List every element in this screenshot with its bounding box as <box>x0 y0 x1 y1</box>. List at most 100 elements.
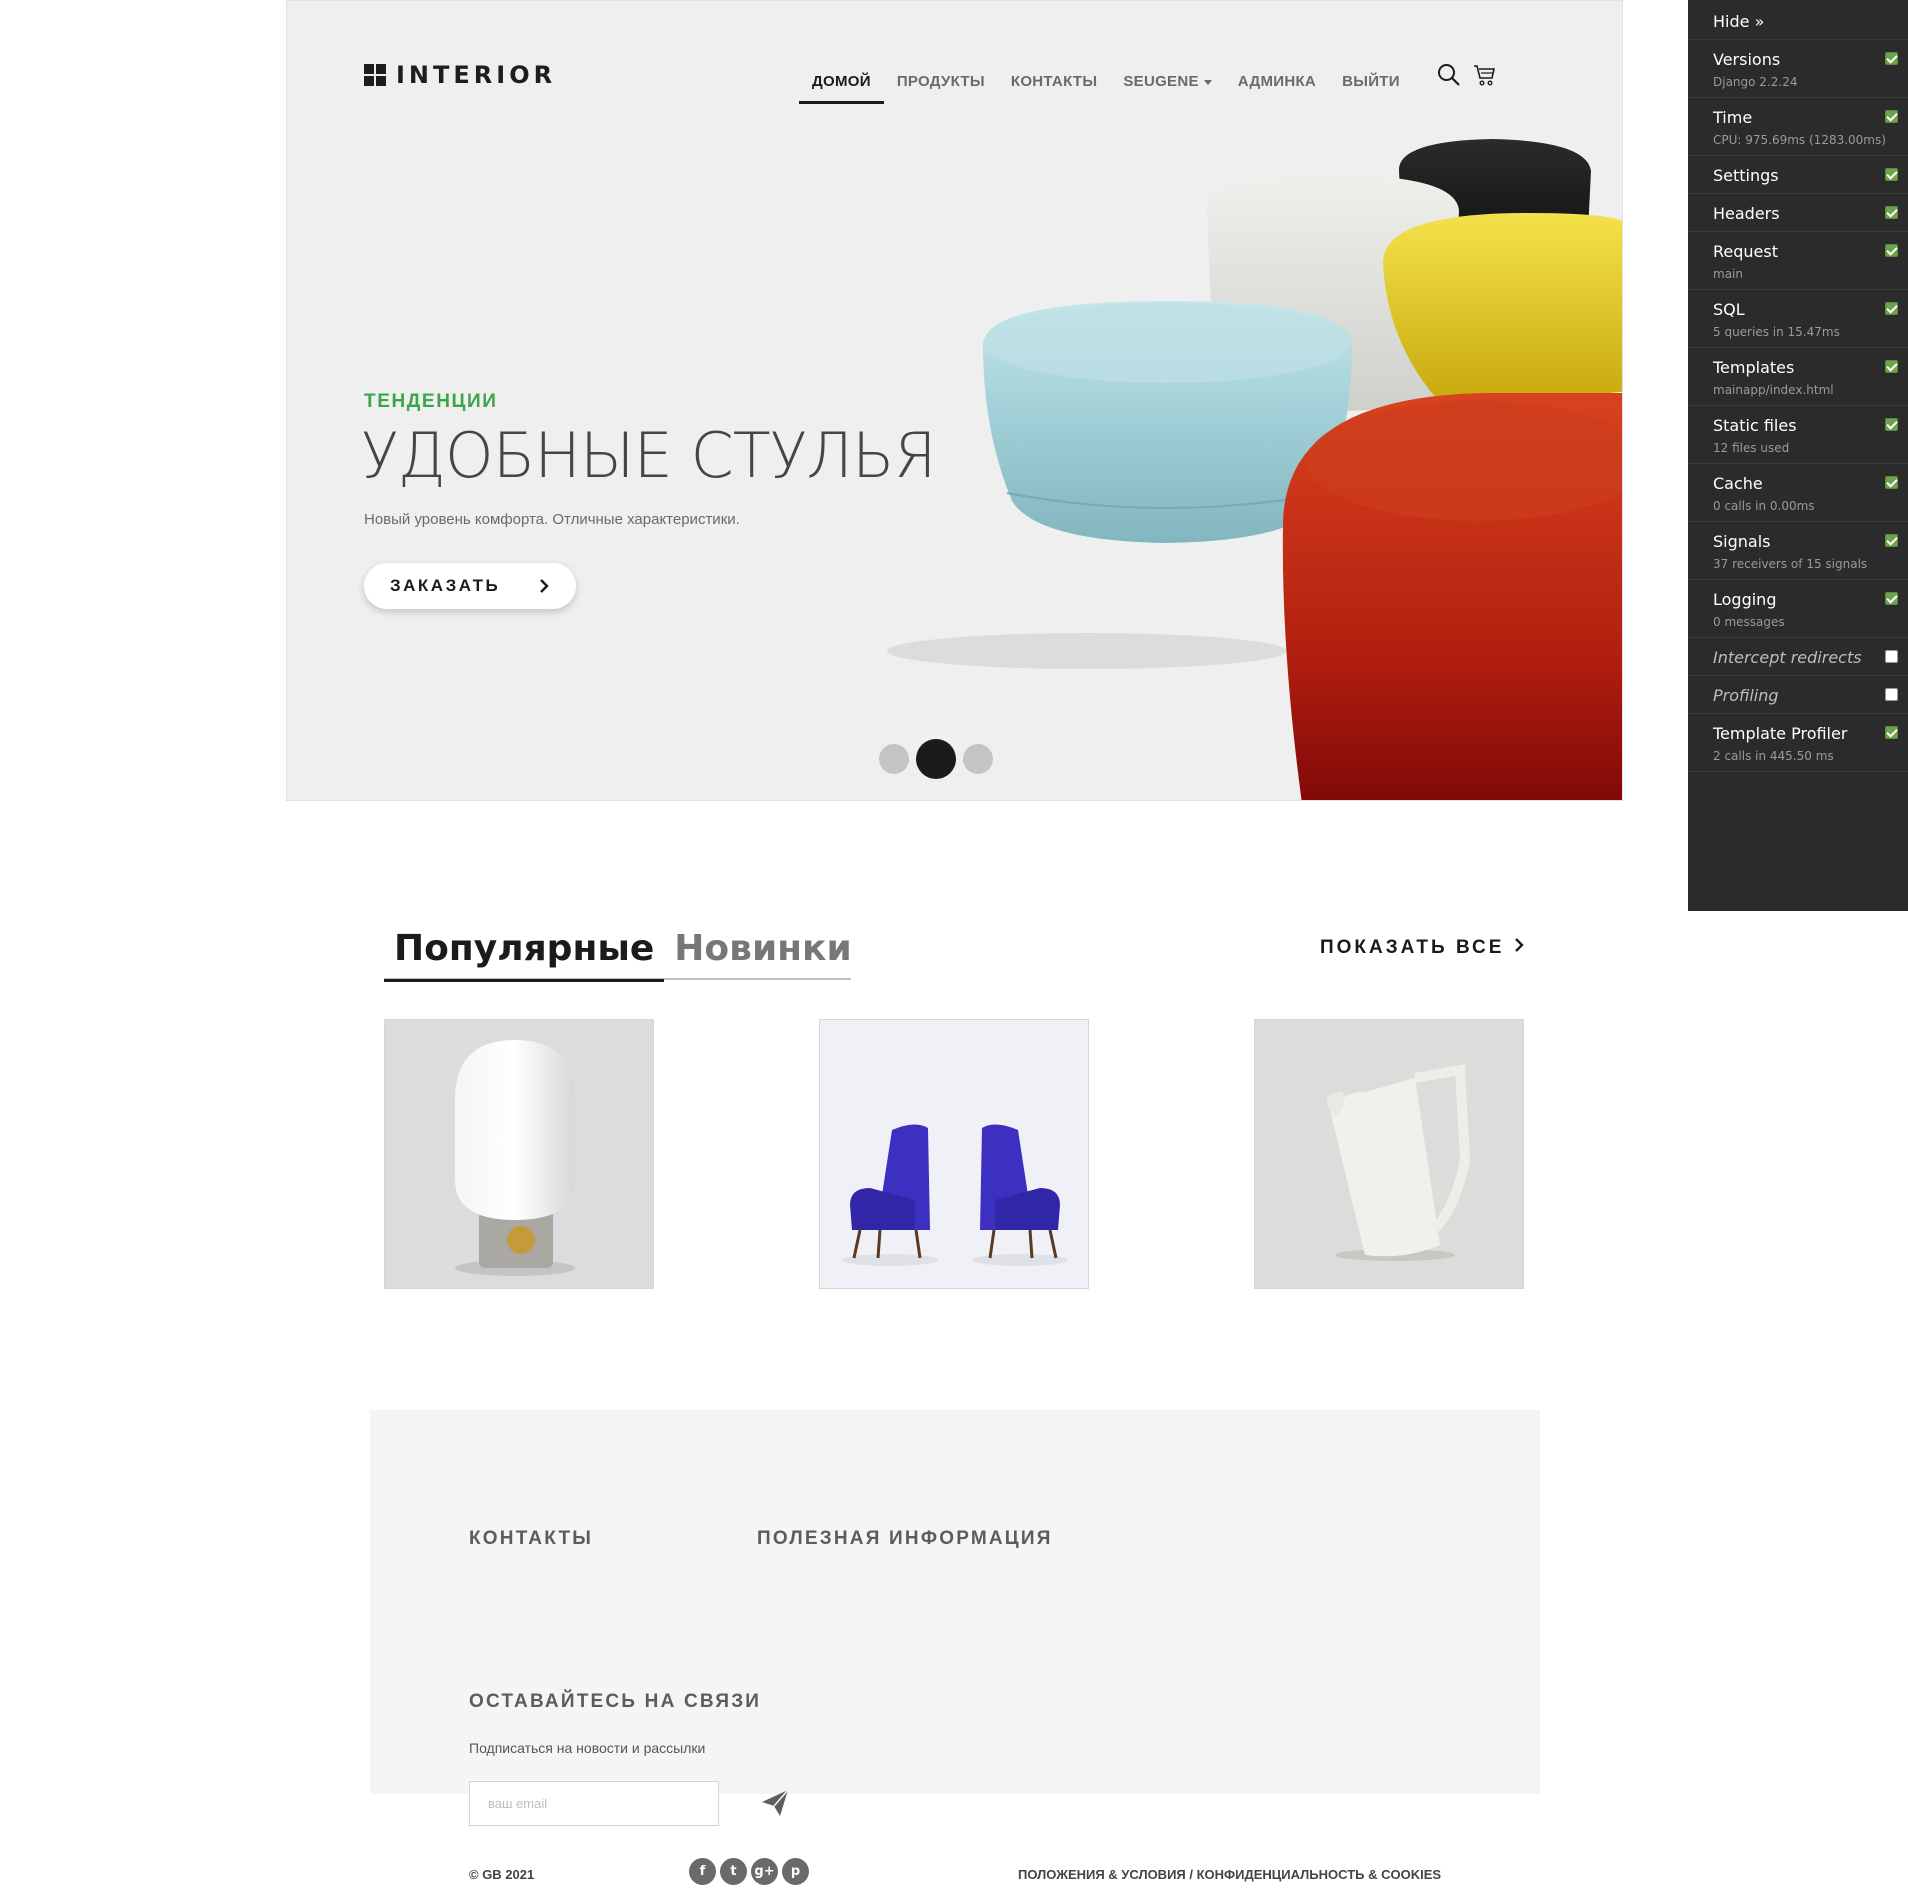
legal-links[interactable]: ПОЛОЖЕНИЯ & УСЛОВИЯ / КОНФИДЕНЦИАЛЬНОСТЬ… <box>1018 1867 1441 1882</box>
hero-subtext: Новый уровень комфорта. Отличные характе… <box>364 511 740 528</box>
panel-checkbox[interactable] <box>1885 168 1898 181</box>
nav-label: АДМИНКА <box>1237 73 1317 90</box>
logo-text: INTERIOR <box>396 61 557 89</box>
panel-subtitle: 5 queries in 15.47ms <box>1713 325 1840 339</box>
debug-panel-time[interactable]: Time CPU: 975.69ms (1283.00ms) <box>1688 98 1908 156</box>
debug-panel-settings[interactable]: Settings <box>1688 156 1908 194</box>
panel-checkbox[interactable] <box>1885 244 1898 257</box>
debug-panel-request[interactable]: Request main <box>1688 232 1908 290</box>
debug-panel-intercept-redirects[interactable]: Intercept redirects <box>1688 638 1908 676</box>
panel-checkbox[interactable] <box>1885 110 1898 123</box>
panel-title: SQL <box>1713 300 1745 319</box>
product-image-armchairs <box>820 1020 1088 1288</box>
product-image-jug <box>1255 1020 1523 1288</box>
send-icon[interactable] <box>760 1788 790 1823</box>
debug-toolbar: Hide » Versions Django 2.2.24 Time CPU: 97… <box>1688 0 1908 911</box>
twitter-icon[interactable]: t <box>720 1858 747 1885</box>
product-card-armchairs[interactable] <box>819 1019 1089 1289</box>
email-input[interactable] <box>469 1781 719 1826</box>
debug-panel-headers[interactable]: Headers <box>1688 194 1908 232</box>
debug-panel-signals[interactable]: Signals 37 receivers of 15 signals <box>1688 522 1908 580</box>
panel-title: Logging <box>1713 590 1777 609</box>
panel-title: Versions <box>1713 50 1781 69</box>
panel-subtitle: 2 calls in 445.50 ms <box>1713 749 1834 763</box>
nav-label: ВЫЙТИ <box>1342 73 1400 90</box>
panel-title: Templates <box>1713 358 1795 377</box>
panel-title: Headers <box>1713 204 1780 223</box>
footer-panel <box>370 1410 1540 1794</box>
panel-subtitle: mainapp/index.html <box>1713 383 1834 397</box>
debug-panel-sql[interactable]: SQL 5 queries in 15.47ms <box>1688 290 1908 348</box>
main-nav: ДОМОЙ ПРОДУКТЫ КОНТАКТЫ SEUGENE АДМИНКА … <box>799 67 1413 104</box>
carousel-dot-2[interactable] <box>916 739 956 779</box>
debug-panel-static-files[interactable]: Static files 12 files used <box>1688 406 1908 464</box>
product-card-jug[interactable] <box>1254 1019 1524 1289</box>
product-card-lamp[interactable] <box>384 1019 654 1289</box>
panel-checkbox[interactable] <box>1885 52 1898 65</box>
carousel-dot-1[interactable] <box>879 744 909 774</box>
pinterest-icon[interactable]: p <box>782 1858 809 1885</box>
debug-panel-template-profiler[interactable]: Template Profiler 2 calls in 445.50 ms <box>1688 714 1908 772</box>
facebook-icon[interactable]: f <box>689 1858 716 1885</box>
search-icon[interactable] <box>1437 63 1461 92</box>
panel-checkbox[interactable] <box>1885 592 1898 605</box>
panel-subtitle: 0 calls in 0.00ms <box>1713 499 1815 513</box>
nav-label: КОНТАКТЫ <box>1010 73 1098 90</box>
debug-panel-logging[interactable]: Logging 0 messages <box>1688 580 1908 638</box>
order-button[interactable]: ЗАКАЗАТЬ <box>364 563 576 609</box>
panel-title: Intercept redirects <box>1713 648 1862 667</box>
panel-title: Template Profiler <box>1713 724 1848 743</box>
panel-checkbox[interactable] <box>1885 360 1898 373</box>
header-icons <box>1437 63 1497 92</box>
cart-icon[interactable] <box>1473 63 1497 92</box>
footer-info-heading: ПОЛЕЗНАЯ ИНФОРМАЦИЯ <box>757 1528 1053 1549</box>
subscribe-text: Подписаться на новости и рассылки <box>469 1740 706 1756</box>
panel-checkbox[interactable] <box>1885 726 1898 739</box>
panel-checkbox[interactable] <box>1885 418 1898 431</box>
hero-tagline: ТЕНДЕНЦИИ <box>364 391 498 412</box>
nav-item-home[interactable]: ДОМОЙ <box>799 67 884 104</box>
nav-item-user-dropdown[interactable]: SEUGENE <box>1110 67 1224 104</box>
panel-subtitle: 37 receivers of 15 signals <box>1713 557 1868 571</box>
panel-checkbox[interactable] <box>1885 206 1898 219</box>
nav-label: SEUGENE <box>1123 73 1199 90</box>
debug-toolbar-hide-button[interactable]: Hide » <box>1688 0 1908 40</box>
page: INTERIOR ДОМОЙ ПРОДУКТЫ КОНТАКТЫ SEUGENE… <box>0 0 1908 1903</box>
panel-subtitle: 12 files used <box>1713 441 1790 455</box>
carousel-dot-3[interactable] <box>963 744 993 774</box>
tab-new[interactable]: Новинки <box>664 922 861 980</box>
panel-checkbox[interactable] <box>1885 534 1898 547</box>
debug-panel-versions[interactable]: Versions Django 2.2.24 <box>1688 40 1908 98</box>
chevron-right-icon <box>538 576 550 601</box>
debug-panel-cache[interactable]: Cache 0 calls in 0.00ms <box>1688 464 1908 522</box>
nav-item-contacts[interactable]: КОНТАКТЫ <box>998 67 1110 104</box>
debug-panel-templates[interactable]: Templates mainapp/index.html <box>1688 348 1908 406</box>
show-all-label: ПОКАЗАТЬ ВСЕ <box>1320 937 1505 958</box>
panel-title: Static files <box>1713 416 1797 435</box>
nav-item-products[interactable]: ПРОДУКТЫ <box>884 67 998 104</box>
panel-checkbox[interactable] <box>1885 688 1898 701</box>
tab-popular[interactable]: Популярные <box>384 922 665 982</box>
hero-stools-image <box>887 139 1622 800</box>
hero-section: INTERIOR ДОМОЙ ПРОДУКТЫ КОНТАКТЫ SEUGENE… <box>286 0 1623 801</box>
panel-title: Settings <box>1713 166 1779 185</box>
panel-title: Signals <box>1713 532 1771 551</box>
show-all-link[interactable]: ПОКАЗАТЬ ВСЕ <box>1320 937 1525 959</box>
order-button-label: ЗАКАЗАТЬ <box>390 576 501 595</box>
footer-contacts-heading: КОНТАКТЫ <box>469 1528 594 1549</box>
panel-checkbox[interactable] <box>1885 476 1898 489</box>
panel-checkbox[interactable] <box>1885 302 1898 315</box>
panel-title: Profiling <box>1713 686 1779 705</box>
nav-item-logout[interactable]: ВЫЙТИ <box>1329 67 1413 104</box>
logo-icon <box>364 64 386 86</box>
logo[interactable]: INTERIOR <box>364 61 556 89</box>
google-plus-icon[interactable]: g+ <box>751 1858 778 1885</box>
hero-headline: УДОБНЫЕ СТУЛЬЯ <box>361 419 937 492</box>
debug-panel-profiling[interactable]: Profiling <box>1688 676 1908 714</box>
panel-subtitle: Django 2.2.24 <box>1713 75 1798 89</box>
panel-checkbox[interactable] <box>1885 650 1898 663</box>
chevron-right-icon <box>1514 937 1525 959</box>
nav-label: ДОМОЙ <box>812 73 871 90</box>
nav-item-admin[interactable]: АДМИНКА <box>1225 67 1329 104</box>
panel-subtitle: main <box>1713 267 1743 281</box>
